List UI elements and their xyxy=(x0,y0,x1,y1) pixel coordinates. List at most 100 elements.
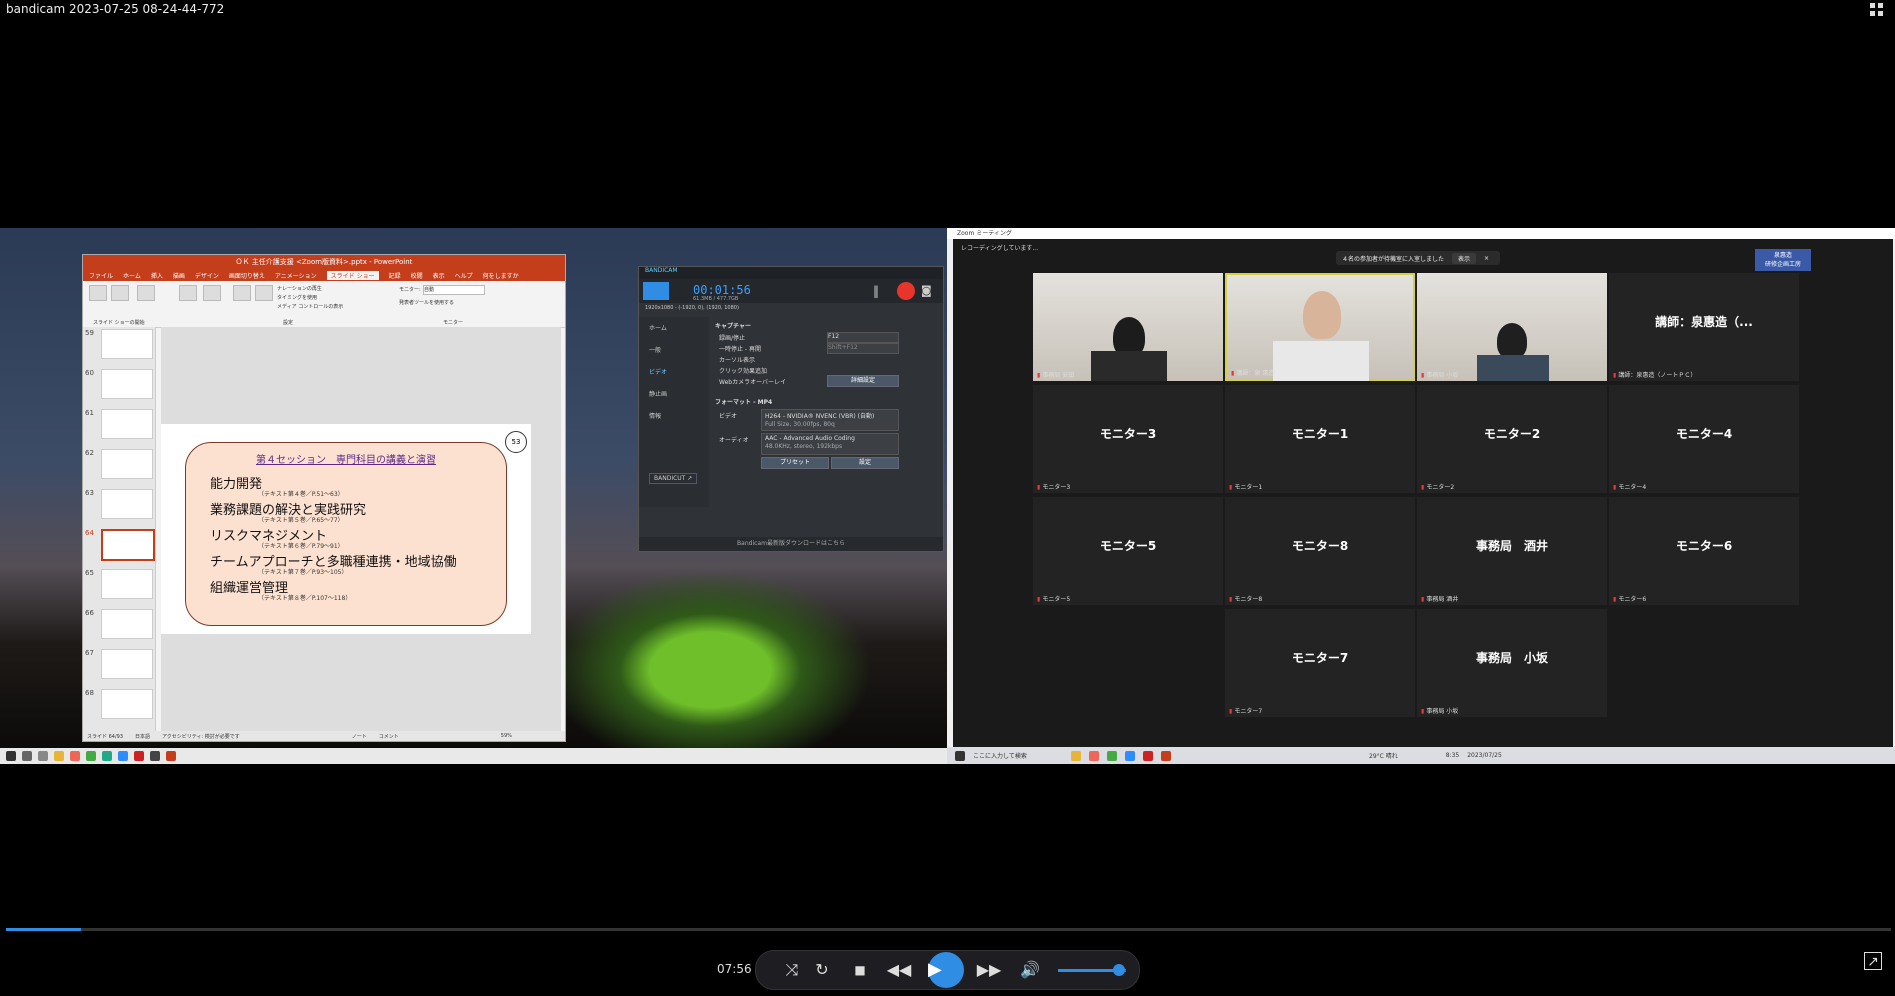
bandicam-icon[interactable] xyxy=(1143,750,1153,761)
notes-button[interactable]: ノート xyxy=(352,733,367,740)
hotkey-field[interactable]: F12 xyxy=(827,332,899,343)
ppt-tab-view[interactable]: 表示 xyxy=(433,271,445,280)
monitor-select[interactable]: 自動 xyxy=(423,285,485,295)
firefox-icon[interactable] xyxy=(70,751,80,761)
name-tile[interactable]: モニター7 ▮ モニター7 xyxy=(1225,609,1415,717)
ppt-tab-file[interactable]: ファイル xyxy=(89,271,113,280)
slide-thumb[interactable] xyxy=(101,689,153,719)
stop-icon[interactable]: ■ xyxy=(848,958,872,982)
slide-thumb[interactable] xyxy=(101,609,153,639)
ppt-tab-tellme[interactable]: 何をしますか xyxy=(483,271,519,280)
narration-check[interactable]: ナレーションの再生 xyxy=(277,285,322,292)
camera-icon[interactable]: ◙ xyxy=(921,284,932,297)
rewind-icon[interactable]: ◀◀ xyxy=(884,958,914,982)
ppt-tab-insert[interactable]: 挿入 xyxy=(151,271,163,280)
from-beginning-button[interactable] xyxy=(89,285,107,301)
ppt-tab-help[interactable]: ヘルプ xyxy=(455,271,473,280)
bandicam-window[interactable]: BANDICAM 00:01:56 61.3MB / 477.7GB ‖ ◙ 1… xyxy=(638,266,944,552)
bandicam-icon[interactable] xyxy=(134,751,144,761)
option-pause[interactable]: 一時停止 - 再開 xyxy=(719,344,761,353)
slide-thumb[interactable] xyxy=(101,569,153,599)
record-button[interactable] xyxy=(255,285,273,301)
stop-record-button[interactable] xyxy=(897,282,915,300)
name-tile[interactable]: モニター6 ▮ モニター6 xyxy=(1609,497,1799,605)
collapse-icon[interactable] xyxy=(1867,0,1887,20)
preset-button[interactable]: プリセット xyxy=(761,457,829,469)
slide-thumb[interactable] xyxy=(101,489,153,519)
ppt-tab-review[interactable]: 校閲 xyxy=(411,271,423,280)
ppt-tab-home[interactable]: ホーム xyxy=(123,271,141,280)
menu-video[interactable]: ビデオ xyxy=(649,367,667,376)
settings-button[interactable]: 設定 xyxy=(831,457,899,469)
firefox-icon[interactable] xyxy=(1089,750,1099,761)
setup-show-button[interactable] xyxy=(179,285,197,301)
edge-icon[interactable] xyxy=(102,751,112,761)
video-frame[interactable]: ＯＫ 主任介護支援 <Zoom版資料>.pptx - PowerPoint ファ… xyxy=(0,228,1895,764)
video-tile[interactable]: ▮ 事務局 安田 xyxy=(1033,273,1223,381)
option-record[interactable]: 録画/停止 xyxy=(719,333,745,342)
start-icon[interactable] xyxy=(6,751,16,761)
name-tile[interactable]: モニター3 ▮ モニター3 xyxy=(1033,385,1223,493)
presenter-view-check[interactable]: 発表者ツールを使用する xyxy=(399,299,454,306)
video-tile-active-speaker[interactable]: ▮ 講師：泉 惠造 xyxy=(1225,273,1415,381)
detail-settings-button[interactable]: 詳細設定 xyxy=(827,375,899,387)
menu-image[interactable]: 静止画 xyxy=(649,389,667,398)
menu-info[interactable]: 情報 xyxy=(649,411,661,420)
search-icon[interactable] xyxy=(22,751,32,761)
media-controls-check[interactable]: メディア コントロールの表示 xyxy=(277,303,343,310)
menu-home[interactable]: ホーム xyxy=(649,323,667,332)
option-click[interactable]: クリック効果追加 xyxy=(719,366,767,375)
zoom-icon[interactable] xyxy=(1125,750,1135,761)
progress-track[interactable] xyxy=(6,928,1891,931)
ppt-tab-draw[interactable]: 描画 xyxy=(173,271,185,280)
zoom-window[interactable]: Zoom ミーティング レコーディングしています... ４名の参加者が待機室に入… xyxy=(947,228,1895,764)
taskview-icon[interactable] xyxy=(38,751,48,761)
ppt-tab-design[interactable]: デザイン xyxy=(195,271,219,280)
ppt-tab-record[interactable]: 記録 xyxy=(389,271,401,280)
ppt-tab-transitions[interactable]: 画面切り替え xyxy=(229,271,265,280)
notice-view-button[interactable]: 表示 xyxy=(1452,252,1477,264)
slide-thumb[interactable] xyxy=(101,409,153,439)
screen-mode-button[interactable] xyxy=(643,282,669,300)
video-tile[interactable]: ▮ 事務局 小坂 xyxy=(1417,273,1607,381)
zoom-level[interactable]: 59% xyxy=(501,733,512,739)
app-icon[interactable] xyxy=(150,751,160,761)
menu-general[interactable]: 一般 xyxy=(649,345,661,354)
powerpoint-icon[interactable] xyxy=(166,751,176,761)
option-cursor[interactable]: カーソル表示 xyxy=(719,355,755,364)
bandicam-footer[interactable]: Bandicam最新版ダウンロードはこちら xyxy=(639,537,943,551)
shuffle-icon[interactable]: ⤨ xyxy=(780,958,804,982)
close-icon[interactable]: × xyxy=(1484,255,1489,262)
rehearse-button[interactable] xyxy=(233,285,251,301)
chrome-icon[interactable] xyxy=(1107,750,1117,761)
hide-slide-button[interactable] xyxy=(203,285,221,301)
slide-thumb[interactable] xyxy=(101,649,153,679)
chrome-icon[interactable] xyxy=(86,751,96,761)
timing-check[interactable]: タイミングを使用 xyxy=(277,294,317,301)
volume-icon[interactable]: 🔊 xyxy=(1018,958,1042,982)
name-tile[interactable]: 事務局 酒井 ▮ 事務局 酒井 xyxy=(1417,497,1607,605)
ppt-tab-animations[interactable]: アニメーション xyxy=(275,271,317,280)
ppt-tab-slideshow[interactable]: スライド ショー xyxy=(326,270,379,280)
slide-thumb[interactable] xyxy=(101,369,153,399)
name-tile[interactable]: 講師：泉惠造（... ▮ 講師：泉惠造（ノートＰＣ） xyxy=(1609,273,1799,381)
folder-icon[interactable] xyxy=(54,751,64,761)
slide-thumbnails[interactable]: 59 60 61 62 63 64 65 66 67 68 xyxy=(83,327,156,731)
slide-thumb[interactable] xyxy=(101,449,153,479)
slide-thumb-selected[interactable] xyxy=(101,529,155,561)
name-tile[interactable]: モニター8 ▮ モニター8 xyxy=(1225,497,1415,605)
slide[interactable]: 第４セッション 専門科目の講義と演習 能力開発 （テキスト第４巻／P.51～63… xyxy=(161,424,531,634)
folder-icon[interactable] xyxy=(1071,750,1081,761)
play-button[interactable]: ▶ xyxy=(928,952,964,988)
powerpoint-window[interactable]: ＯＫ 主任介護支援 <Zoom版資料>.pptx - PowerPoint ファ… xyxy=(82,254,566,742)
custom-show-button[interactable] xyxy=(137,285,155,301)
status-accessibility[interactable]: アクセシビリティ: 検討が必要です xyxy=(162,733,240,740)
start-icon[interactable] xyxy=(955,750,965,761)
from-current-button[interactable] xyxy=(111,285,129,301)
comments-button[interactable]: コメント xyxy=(379,733,399,740)
name-tile[interactable]: モニター5 ▮ モニター5 xyxy=(1033,497,1223,605)
powerpoint-icon[interactable] xyxy=(1161,750,1171,761)
pause-icon[interactable]: ‖ xyxy=(873,284,879,298)
volume-knob[interactable] xyxy=(1113,964,1126,976)
hotkey2-field[interactable]: Shift+F12 xyxy=(827,343,899,354)
